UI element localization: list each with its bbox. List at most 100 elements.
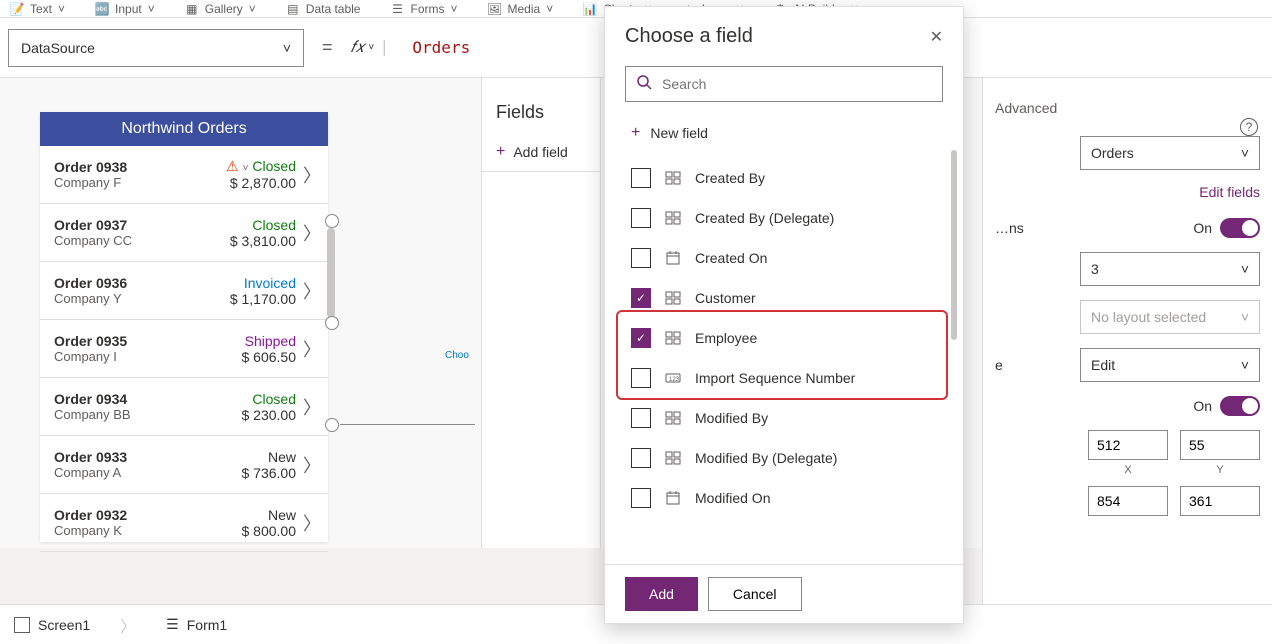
order-amount: $ 1,170.00 bbox=[230, 291, 296, 307]
field-list-scrollbar[interactable] bbox=[951, 150, 957, 340]
breadcrumb-screen[interactable]: Screen1 bbox=[14, 617, 90, 633]
search-input[interactable] bbox=[662, 76, 932, 92]
resize-handle[interactable] bbox=[325, 214, 339, 228]
lookup-icon bbox=[663, 168, 683, 188]
new-field-button[interactable]: + New field bbox=[605, 116, 963, 150]
order-id: Order 0934 bbox=[54, 391, 242, 407]
checkbox[interactable] bbox=[631, 408, 651, 428]
plus-icon: + bbox=[496, 143, 505, 161]
canvas-hint-text: Choo bbox=[445, 350, 469, 361]
ribbon-text[interactable]: 📝Text ˅ bbox=[10, 2, 65, 16]
field-label: Created By bbox=[695, 170, 765, 186]
add-field-button[interactable]: + Add field bbox=[482, 133, 600, 172]
checkbox[interactable] bbox=[631, 168, 651, 188]
field-item[interactable]: ✓ Customer bbox=[619, 278, 949, 318]
checkbox[interactable] bbox=[631, 368, 651, 388]
order-row[interactable]: Order 0933Company A New$ 736.00 〉 bbox=[40, 436, 328, 494]
field-label: Modified By (Delegate) bbox=[695, 450, 837, 466]
lookup-icon bbox=[663, 408, 683, 428]
info-icon[interactable]: ? bbox=[1240, 118, 1258, 136]
order-amount: $ 736.00 bbox=[242, 465, 297, 481]
checkbox[interactable]: ✓ bbox=[631, 328, 651, 348]
breadcrumb-form[interactable]: ☰ Form1 bbox=[166, 616, 227, 633]
height-input[interactable] bbox=[1180, 486, 1260, 516]
gallery-scrollbar[interactable] bbox=[327, 228, 335, 318]
order-amount: $ 3,810.00 bbox=[230, 233, 296, 249]
screen-icon bbox=[14, 617, 30, 633]
field-item[interactable]: Created On bbox=[619, 238, 949, 278]
field-item[interactable]: Modified By bbox=[619, 398, 949, 438]
ribbon-input[interactable]: 🔤Input ˅ bbox=[95, 2, 155, 16]
checkbox[interactable] bbox=[631, 248, 651, 268]
checkbox[interactable] bbox=[631, 488, 651, 508]
lookup-icon bbox=[663, 448, 683, 468]
input-icon: 🔤 bbox=[95, 2, 109, 16]
field-item[interactable]: ✓ Employee bbox=[619, 318, 949, 358]
visible-toggle[interactable] bbox=[1220, 396, 1260, 416]
chevron-right-icon: 〉 bbox=[302, 220, 322, 246]
ribbon-forms[interactable]: ☰Forms ˅ bbox=[390, 2, 457, 16]
fx-label[interactable]: 𝑓𝑥 ˅ bbox=[351, 39, 375, 57]
prop-label: …ns bbox=[995, 220, 1024, 236]
y-position-input[interactable] bbox=[1180, 430, 1260, 460]
order-row[interactable]: Order 0935Company I Shipped$ 606.50 〉 bbox=[40, 320, 328, 378]
tab-advanced[interactable]: Advanced bbox=[995, 90, 1260, 116]
order-row[interactable]: Order 0932Company K New$ 800.00 〉 bbox=[40, 494, 328, 552]
ribbon-datatable[interactable]: ▤Data table bbox=[286, 2, 361, 16]
field-item[interactable]: Modified On bbox=[619, 478, 949, 518]
order-amount: $ 2,870.00 bbox=[226, 175, 296, 191]
chevron-right-icon: 〉 bbox=[302, 452, 322, 478]
warning-icon: ⚠ bbox=[226, 158, 239, 174]
order-row[interactable]: Order 0934Company BB Closed$ 230.00 〉 bbox=[40, 378, 328, 436]
form-icon: ☰ bbox=[166, 616, 179, 633]
field-search[interactable] bbox=[625, 66, 943, 102]
close-icon[interactable]: ✕ bbox=[930, 27, 943, 47]
modal-title: Choose a field bbox=[625, 25, 753, 48]
cancel-button[interactable]: Cancel bbox=[708, 577, 802, 611]
properties-panel: ? Advanced Orders˅ Edit fields …ns On 3˅… bbox=[982, 78, 1272, 644]
ribbon-gallery[interactable]: ▦Gallery ˅ bbox=[185, 2, 256, 16]
order-row[interactable]: Order 0937Company CC Closed$ 3,810.00 〉 bbox=[40, 204, 328, 262]
resize-handle[interactable] bbox=[325, 316, 339, 330]
order-row[interactable]: Order 0938Company F ⚠˅Closed$ 2,870.00 〉 bbox=[40, 146, 328, 204]
order-id: Order 0936 bbox=[54, 275, 230, 291]
edit-fields-link[interactable]: Edit fields bbox=[995, 184, 1260, 200]
field-label: Customer bbox=[695, 290, 756, 306]
width-input[interactable] bbox=[1088, 486, 1168, 516]
plus-icon: + bbox=[631, 124, 640, 142]
field-item[interactable]: Created By (Delegate) bbox=[619, 198, 949, 238]
order-status: ⚠˅Closed bbox=[226, 158, 296, 175]
equals-sign: = bbox=[322, 37, 333, 58]
field-item[interactable]: 123 Import Sequence Number bbox=[619, 358, 949, 398]
add-button[interactable]: Add bbox=[625, 577, 698, 611]
checkbox[interactable] bbox=[631, 208, 651, 228]
order-status: Closed bbox=[242, 391, 297, 407]
order-row[interactable]: Order 0936Company Y Invoiced$ 1,170.00 〉 bbox=[40, 262, 328, 320]
snap-columns-toggle[interactable] bbox=[1220, 218, 1260, 238]
chevron-down-icon: ˅ bbox=[1241, 145, 1249, 161]
default-mode-select[interactable]: Edit˅ bbox=[1080, 348, 1260, 382]
formula-input[interactable]: Orders bbox=[394, 38, 470, 57]
number-icon: 123 bbox=[663, 368, 683, 388]
order-status: Closed bbox=[230, 217, 296, 233]
field-item[interactable]: Modified By (Delegate) bbox=[619, 438, 949, 478]
order-company: Company CC bbox=[54, 233, 230, 248]
search-icon bbox=[636, 74, 652, 95]
x-position-input[interactable] bbox=[1088, 430, 1168, 460]
table-icon: ▤ bbox=[286, 2, 300, 16]
checkbox[interactable] bbox=[631, 448, 651, 468]
chevron-down-icon: ˅ bbox=[1241, 357, 1249, 373]
order-status: Invoiced bbox=[230, 275, 296, 291]
columns-select[interactable]: 3˅ bbox=[1080, 252, 1260, 286]
property-selector[interactable]: DataSource ˅ bbox=[8, 29, 304, 67]
order-amount: $ 230.00 bbox=[242, 407, 297, 423]
checkbox[interactable]: ✓ bbox=[631, 288, 651, 308]
datasource-select[interactable]: Orders˅ bbox=[1080, 136, 1260, 170]
order-company: Company BB bbox=[54, 407, 242, 422]
order-company: Company A bbox=[54, 465, 242, 480]
resize-handle[interactable] bbox=[325, 418, 339, 432]
ribbon-media[interactable]: 🖼Media ˅ bbox=[488, 2, 554, 16]
order-company: Company K bbox=[54, 523, 242, 538]
orders-gallery[interactable]: Northwind Orders Order 0938Company F ⚠˅C… bbox=[40, 112, 328, 542]
field-item[interactable]: Created By bbox=[619, 158, 949, 198]
